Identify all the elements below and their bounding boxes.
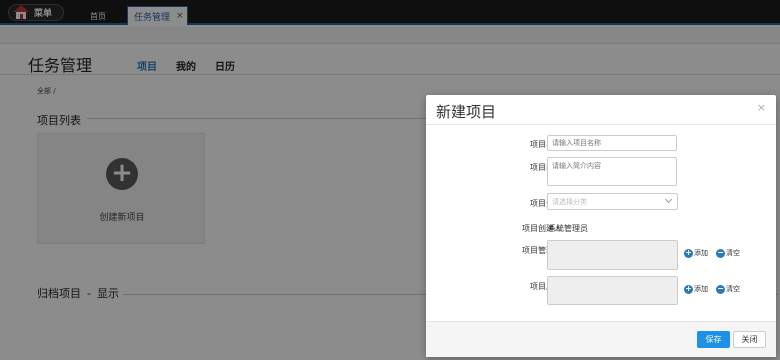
close-icon[interactable]: × — [757, 101, 766, 114]
add-label: 添加 — [694, 285, 708, 293]
category-placeholder: 请选择分类 — [552, 198, 587, 206]
project-intro-input[interactable] — [547, 157, 677, 186]
clear-icon: − — [716, 283, 725, 294]
clear-label: 清空 — [726, 285, 740, 293]
project-creator-value: 系统管理员 — [548, 224, 588, 233]
dialog-title: 新建项目 — [436, 103, 497, 121]
clear-member-button[interactable]: − 清空 — [716, 284, 740, 294]
add-icon: + — [684, 283, 693, 294]
new-project-dialog: 新建项目 × 项目名称 项目简介 项目分类 请选择分类 项目创建人 系统管理员 … — [426, 95, 776, 357]
save-button[interactable]: 保存 — [697, 331, 730, 348]
project-managers-box[interactable] — [547, 240, 678, 270]
dialog-header: 新建项目 × — [426, 95, 776, 125]
chevron-down-icon — [664, 195, 673, 204]
clear-manager-button[interactable]: − 清空 — [716, 248, 740, 258]
dialog-footer: 保存 关闭 — [426, 321, 776, 357]
add-icon: + — [684, 247, 693, 258]
add-manager-button[interactable]: + 添加 — [684, 248, 708, 258]
project-category-select[interactable]: 请选择分类 — [547, 193, 678, 210]
add-label: 添加 — [694, 249, 708, 257]
add-member-button[interactable]: + 添加 — [684, 284, 708, 294]
close-button[interactable]: 关闭 — [733, 331, 766, 348]
project-name-input[interactable] — [547, 135, 677, 151]
clear-label: 清空 — [726, 249, 740, 257]
clear-icon: − — [716, 247, 725, 258]
project-members-box[interactable] — [547, 276, 678, 305]
